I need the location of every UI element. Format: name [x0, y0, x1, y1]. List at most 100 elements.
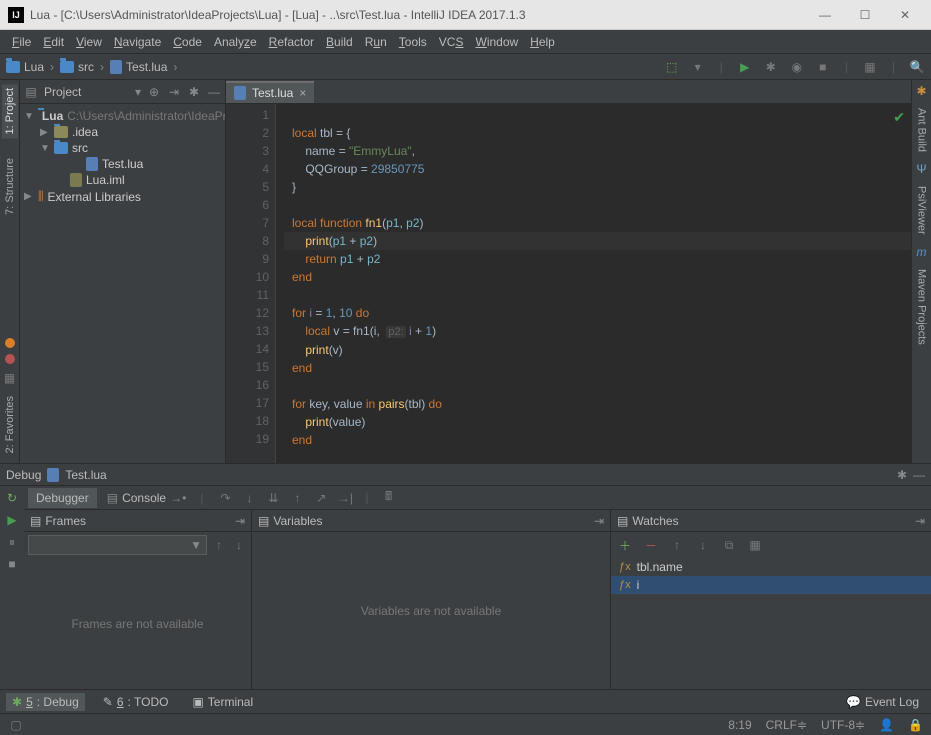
menu-analyze[interactable]: Analyze	[208, 33, 263, 51]
nav-dropdown-icon[interactable]: ▾	[690, 59, 706, 75]
bottom-tab-todo[interactable]: ✎6: TODO	[97, 693, 175, 711]
stop-button[interactable]: ■	[815, 59, 831, 75]
thread-selector[interactable]: ▼	[28, 535, 207, 555]
inspection-lens-icon[interactable]: 👤	[879, 718, 894, 732]
tree-item-src[interactable]: ▼src	[20, 140, 225, 156]
watch-item[interactable]: ƒхtbl.name	[611, 558, 931, 576]
menu-vcs[interactable]: VCS	[433, 33, 470, 51]
crumb-src[interactable]: src›	[60, 60, 106, 74]
next-frame-icon[interactable]: ↓	[231, 537, 247, 553]
bottom-tab-debug[interactable]: ✱5: 5: DebugDebug	[6, 693, 85, 711]
editor-body[interactable]: 12345678910111213141516171819 ✔ local tb…	[226, 104, 911, 463]
menu-window[interactable]: Window	[469, 33, 524, 51]
menu-tools[interactable]: Tools	[393, 33, 433, 51]
step-into-icon[interactable]: ↓	[241, 490, 257, 506]
search-everywhere-button[interactable]: 🔍	[909, 59, 925, 75]
cursor-position[interactable]: 8:19	[728, 718, 751, 732]
locate-icon[interactable]: ⊕	[147, 85, 161, 99]
force-step-into-icon[interactable]: ⇊	[265, 490, 281, 506]
add-watch-icon[interactable]: ＋	[617, 537, 633, 553]
tree-external-libs[interactable]: ▶⫼External Libraries	[20, 188, 225, 205]
editor-tab-test-lua[interactable]: Test.lua ×	[226, 81, 314, 103]
code-area[interactable]: ✔ local tbl = { name = "EmmyLua", QQGrou…	[276, 104, 911, 463]
resume-icon[interactable]: ▶	[4, 512, 20, 528]
file-encoding[interactable]: UTF-8≑	[821, 718, 865, 732]
close-button[interactable]: ✕	[887, 3, 923, 27]
show-watches-icon[interactable]: ▦	[747, 537, 763, 553]
menu-help[interactable]: Help	[524, 33, 561, 51]
run-config-selector[interactable]: ⬚	[664, 59, 680, 75]
hide-icon[interactable]: —	[207, 85, 221, 99]
tool-tab-favorites[interactable]: 2: Favorites	[2, 392, 18, 457]
debugger-tab[interactable]: Debugger	[28, 488, 97, 508]
tab-label: Terminal	[208, 695, 253, 709]
tool-tab-project[interactable]: 1: Project	[2, 84, 18, 138]
coverage-button[interactable]: ◉	[789, 59, 805, 75]
tree-item-idea[interactable]: ▶.idea	[20, 124, 225, 140]
stop-icon[interactable]: ■	[4, 556, 20, 572]
debug-left-toolbar: ↻ ▶ ⏸ ■	[0, 486, 24, 689]
step-out-icon[interactable]: ↑	[289, 490, 305, 506]
remove-watch-icon[interactable]: －	[643, 537, 659, 553]
close-tab-icon[interactable]: ×	[299, 86, 306, 100]
layout-icon[interactable]: ▦	[2, 370, 18, 386]
layout-button[interactable]: ▦	[862, 59, 878, 75]
settings-icon[interactable]: ✱	[187, 85, 201, 99]
step-over-icon[interactable]: ↷	[217, 490, 233, 506]
hide-icon[interactable]: —	[913, 468, 925, 482]
tool-tab-structure[interactable]: 7: Structure	[2, 154, 18, 219]
menu-navigate[interactable]: Navigate	[108, 33, 167, 51]
watch-item[interactable]: ƒхi	[611, 576, 931, 594]
drop-frame-icon[interactable]: ↗	[313, 490, 329, 506]
menu-build[interactable]: Build	[320, 33, 359, 51]
crumb-root[interactable]: Lua›	[6, 60, 56, 74]
rerun-icon[interactable]: ↻	[4, 490, 20, 506]
menu-file[interactable]: File	[6, 33, 37, 51]
tree-item-test-lua[interactable]: Test.lua	[20, 156, 225, 172]
bottom-tool-strip: ✱5: 5: DebugDebug ✎6: TODO ▣Terminal 💬Ev…	[0, 689, 931, 713]
frames-empty-label: Frames are not available	[24, 558, 251, 689]
pause-icon[interactable]: ⏸	[4, 534, 20, 550]
menu-code[interactable]: Code	[167, 33, 208, 51]
tab-label: Test.lua	[252, 86, 293, 100]
tree-item-lua-iml[interactable]: Lua.iml	[20, 172, 225, 188]
tool-tab-maven[interactable]: Maven Projects	[914, 265, 930, 349]
tool-tab-ant[interactable]: Ant Build	[914, 104, 930, 156]
crumb-file[interactable]: Test.lua›	[110, 60, 179, 74]
project-title: Project	[44, 85, 129, 99]
minimize-button[interactable]: —	[807, 3, 843, 27]
toggle-toolwindows-icon[interactable]: ▢	[8, 717, 24, 733]
project-view-icon[interactable]: ▤	[24, 85, 38, 99]
tree-label: .idea	[72, 125, 98, 139]
menu-edit[interactable]: Edit	[37, 33, 70, 51]
menu-run[interactable]: Run	[359, 33, 393, 51]
pin-icon[interactable]: ⇥	[235, 514, 245, 528]
prev-frame-icon[interactable]: ↑	[211, 537, 227, 553]
tree-label: src	[72, 141, 88, 155]
copy-watch-icon[interactable]: ⧉	[721, 537, 737, 553]
run-button[interactable]: ▶	[737, 59, 753, 75]
line-separator[interactable]: CRLF≑	[766, 718, 807, 732]
maximize-button[interactable]: ☐	[847, 3, 883, 27]
evaluate-icon[interactable]: 🖩	[381, 490, 397, 506]
tool-tab-psi[interactable]: PsiViewer	[914, 182, 930, 239]
tree-root[interactable]: ▼ Lua C:\Users\Administrator\IdeaProject…	[20, 108, 225, 124]
watch-up-icon[interactable]: ↑	[669, 537, 685, 553]
lock-icon[interactable]: 🔒	[908, 718, 923, 732]
menu-refactor[interactable]: Refactor	[263, 33, 320, 51]
editor-tabbar: Test.lua ×	[226, 80, 911, 104]
pin-icon[interactable]: ⇥	[915, 514, 925, 528]
debug-button[interactable]: ✱	[763, 59, 779, 75]
watch-down-icon[interactable]: ↓	[695, 537, 711, 553]
collapse-icon[interactable]: ⇥	[167, 85, 181, 99]
bottom-tab-terminal[interactable]: ▣Terminal	[186, 693, 259, 711]
bottom-tab-eventlog[interactable]: 💬Event Log	[840, 693, 925, 711]
variables-pane: ▤Variables⇥ Variables are not available	[252, 510, 611, 689]
run-to-cursor-icon[interactable]: →|	[337, 490, 353, 506]
console-tab[interactable]: ▤Console→•	[99, 488, 195, 508]
pin-icon[interactable]: ⇥	[594, 514, 604, 528]
menu-view[interactable]: View	[70, 33, 108, 51]
main-menu: File Edit View Navigate Code Analyze Ref…	[0, 30, 931, 54]
pane-title: Variables	[273, 514, 322, 528]
gear-icon[interactable]: ✱	[897, 468, 907, 482]
